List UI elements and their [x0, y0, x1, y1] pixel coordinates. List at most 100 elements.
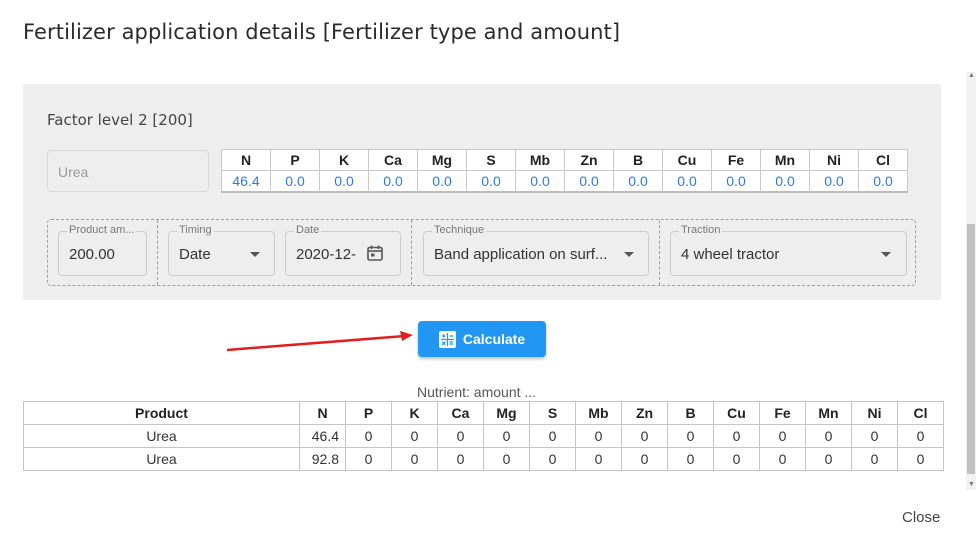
scroll-up-icon[interactable]: ▲: [968, 72, 975, 79]
traction-value: 4 wheel tractor: [681, 246, 780, 263]
calendar-icon[interactable]: [366, 244, 384, 262]
nutrient-value-input[interactable]: 0.0: [319, 170, 369, 193]
column-header: K: [391, 401, 438, 425]
column-header: S: [529, 401, 576, 425]
table-cell: 0: [437, 424, 484, 448]
table-cell: 0: [575, 447, 622, 471]
date-label: Date: [294, 224, 322, 236]
table-cell: 0: [897, 424, 944, 448]
column-header: Mn: [805, 401, 852, 425]
column-header: Ni: [851, 401, 898, 425]
nutrient-header: Fe: [711, 149, 761, 171]
scroll-down-icon[interactable]: ▼: [968, 481, 975, 488]
traction-label: Traction: [679, 224, 723, 236]
nutrient-header: Mb: [515, 149, 565, 171]
technique-value: Band application on surf...: [434, 246, 608, 263]
table-row: Urea 92.8 0 0 0 0 0 0 0 0 0 0 0 0 0: [23, 447, 944, 471]
table-cell: 0: [713, 424, 760, 448]
nutrient-value-input[interactable]: 0.0: [711, 170, 761, 193]
table-cell: 0: [759, 447, 806, 471]
column-header: P: [345, 401, 392, 425]
table-cell: Urea: [23, 424, 300, 448]
group-divider: [411, 220, 412, 285]
table-cell: 0: [391, 447, 438, 471]
nutrient-value-row: 46.4 0.0 0.0 0.0 0.0 0.0 0.0 0.0 0.0 0.0…: [221, 170, 908, 193]
nutrient-value-input[interactable]: 0.0: [809, 170, 859, 193]
timing-label: Timing: [177, 224, 214, 236]
nutrient-header: Zn: [564, 149, 614, 171]
calculate-button[interactable]: Calculate: [418, 321, 546, 357]
nutrient-value-input[interactable]: 0.0: [270, 170, 320, 193]
table-cell: 0: [667, 447, 714, 471]
table-cell: 0: [529, 447, 576, 471]
table-cell: Urea: [23, 447, 300, 471]
nutrient-header: Mg: [417, 149, 467, 171]
table-cell: 0: [805, 424, 852, 448]
nutrient-value-input[interactable]: 0.0: [466, 170, 516, 193]
table-cell: 0: [621, 424, 668, 448]
group-divider: [157, 220, 158, 285]
traction-select[interactable]: Traction 4 wheel tractor: [670, 224, 907, 276]
product-name-field[interactable]: Urea: [47, 150, 209, 192]
table-cell: 0: [851, 447, 898, 471]
table-cell: 0: [345, 447, 392, 471]
table-cell: 92.8: [299, 447, 346, 471]
column-header: Mb: [575, 401, 622, 425]
scrollbar-thumb[interactable]: [967, 224, 975, 474]
column-header: B: [667, 401, 714, 425]
calculate-label: Calculate: [462, 331, 526, 347]
nutrient-header: K: [319, 149, 369, 171]
table-cell: 0: [575, 424, 622, 448]
nutrient-header: Cu: [662, 149, 712, 171]
column-header: Ca: [437, 401, 484, 425]
column-header: Product: [23, 401, 300, 425]
nutrient-value-input[interactable]: 0.0: [760, 170, 810, 193]
factor-panel: Factor level 2 [200] Urea N P K Ca Mg S …: [23, 84, 941, 300]
timing-select[interactable]: Timing Date: [168, 224, 275, 276]
scrollbar[interactable]: ▲ ▼: [966, 72, 976, 490]
nutrient-value-input[interactable]: 0.0: [417, 170, 467, 193]
table-cell: 0: [345, 424, 392, 448]
nutrient-value-input[interactable]: 0.0: [858, 170, 908, 193]
nutrient-header: Ca: [368, 149, 418, 171]
caret-down-icon: [250, 252, 260, 257]
nutrient-header-row: N P K Ca Mg S Mb Zn B Cu Fe Mn Ni Cl: [221, 149, 908, 171]
application-fields-group: Product am... 200.00 Timing Date Date 20…: [47, 219, 916, 286]
group-divider: [659, 220, 660, 285]
table-cell: 0: [851, 424, 898, 448]
nutrient-header: P: [270, 149, 320, 171]
column-header: N: [299, 401, 346, 425]
date-value: 2020-12-: [296, 246, 357, 263]
table-cell: 0: [437, 447, 484, 471]
nutrient-content-table: N P K Ca Mg S Mb Zn B Cu Fe Mn Ni Cl 46.…: [221, 149, 908, 193]
nutrient-header: Cl: [858, 149, 908, 171]
nutrient-header: B: [613, 149, 663, 171]
nutrient-header: S: [466, 149, 516, 171]
close-button[interactable]: Close: [902, 509, 940, 526]
caret-down-icon: [881, 252, 891, 257]
calculator-icon: [438, 330, 456, 348]
column-header: Cl: [897, 401, 944, 425]
nutrient-value-input[interactable]: 46.4: [221, 170, 271, 193]
table-cell: 0: [483, 447, 530, 471]
table-row: Urea 46.4 0 0 0 0 0 0 0 0 0 0 0 0 0: [23, 424, 944, 448]
product-amount-value: 200.00: [69, 246, 115, 263]
nutrient-header: Ni: [809, 149, 859, 171]
nutrient-value-input[interactable]: 0.0: [368, 170, 418, 193]
product-amount-field[interactable]: Product am... 200.00: [58, 224, 147, 276]
table-cell: 0: [759, 424, 806, 448]
dialog-title: Fertilizer application details [Fertiliz…: [23, 20, 621, 44]
nutrient-value-input[interactable]: 0.0: [564, 170, 614, 193]
column-header: Mg: [483, 401, 530, 425]
date-field[interactable]: Date 2020-12-: [285, 224, 401, 276]
column-header: Cu: [713, 401, 760, 425]
technique-select[interactable]: Technique Band application on surf...: [423, 224, 649, 276]
caret-down-icon: [624, 252, 634, 257]
column-header: Zn: [621, 401, 668, 425]
nutrient-value-input[interactable]: 0.0: [662, 170, 712, 193]
table-cell: 0: [621, 447, 668, 471]
nutrient-value-input[interactable]: 0.0: [515, 170, 565, 193]
column-header: Fe: [759, 401, 806, 425]
result-caption: Nutrient: amount ...: [417, 384, 537, 400]
nutrient-value-input[interactable]: 0.0: [613, 170, 663, 193]
